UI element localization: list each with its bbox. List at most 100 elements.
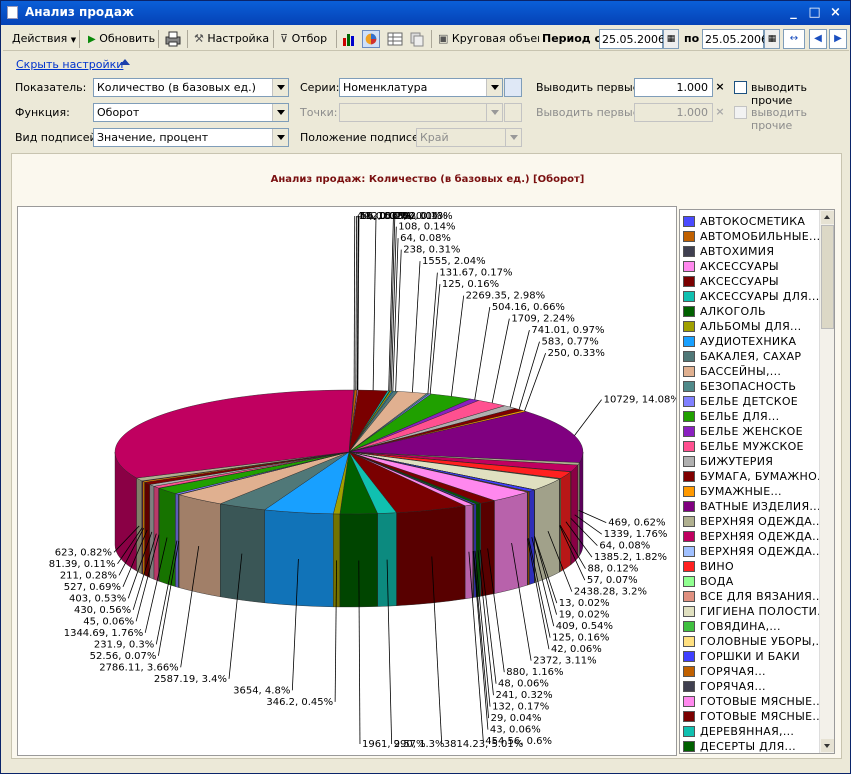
- points-select[interactable]: [339, 103, 503, 122]
- scroll-down-icon[interactable]: [821, 739, 834, 752]
- slice-value-label: 10729, 14.08%: [604, 395, 676, 406]
- legend-item: АВТОХИМИЯ: [683, 244, 819, 259]
- refresh-button[interactable]: ▶ Обновить: [85, 29, 158, 49]
- printer-icon[interactable]: [164, 30, 182, 48]
- slice-value-label: 45, 0.06%: [83, 616, 134, 627]
- legend-label: БЕЛЬЕ ДЕТСКОЕ: [700, 395, 799, 408]
- toolbar-separator: [336, 30, 337, 48]
- filter-button[interactable]: ⊽ Отбор: [277, 29, 330, 49]
- show-other-checkbox[interactable]: [734, 81, 747, 94]
- legend-item: ВЕРХНЯЯ ОДЕЖДА...: [683, 514, 822, 529]
- legend-swatch: [683, 321, 695, 332]
- calendar-icon[interactable]: ▦: [663, 29, 679, 49]
- legend-label: АКСЕССУАРЫ ДЛЯ...: [700, 290, 820, 303]
- settings-button[interactable]: ⚒ Настройка: [191, 29, 272, 49]
- legend-item: ГОЛОВНЫЕ УБОРЫ,...: [683, 634, 822, 649]
- copy-icon[interactable]: [408, 30, 426, 48]
- series-settings-button[interactable]: [504, 78, 522, 97]
- previous-period-button[interactable]: ◀: [809, 29, 827, 49]
- chevron-down-icon[interactable]: [272, 79, 288, 96]
- scroll-up-icon[interactable]: [821, 211, 834, 224]
- calendar-icon[interactable]: ▦: [764, 29, 780, 49]
- legend-label: ГОВЯДИНА,...: [700, 620, 781, 633]
- legend-item: БУМАЖНЫЕ...: [683, 484, 819, 499]
- show-first-label: Выводить первые: [536, 81, 640, 94]
- window-title: Анализ продаж: [25, 5, 134, 19]
- clear-icon[interactable]: ×: [713, 104, 727, 121]
- legend-swatch: [683, 246, 695, 257]
- legend-label: БУМАЖНЫЕ...: [700, 485, 782, 498]
- label-type-select[interactable]: Значение, процент: [93, 128, 289, 147]
- scroll-thumb[interactable]: [821, 225, 834, 329]
- legend-item: АКСЕССУАРЫ: [683, 259, 819, 274]
- legend-scrollbar[interactable]: [819, 210, 834, 753]
- legend-label: АКСЕССУАРЫ: [700, 275, 779, 288]
- legend-item: БЕЛЬЕ ДЛЯ...: [683, 409, 819, 424]
- chevron-down-icon[interactable]: [505, 129, 521, 146]
- legend-swatch: [683, 486, 695, 497]
- legend-swatch: [683, 336, 695, 347]
- date-to-input[interactable]: 25.05.2006: [702, 29, 768, 49]
- legend-label: ГОРШКИ И БАКИ: [700, 650, 801, 663]
- chevron-down-icon[interactable]: [272, 104, 288, 121]
- collapse-arrow-icon[interactable]: [120, 59, 130, 65]
- show-other-points-checkbox[interactable]: [734, 106, 747, 119]
- pie-slice-side: [136, 477, 143, 575]
- legend-label: АКСЕССУАРЫ: [700, 260, 779, 273]
- chevron-down-icon[interactable]: [272, 129, 288, 146]
- slice-value-label: 1709, 2.24%: [511, 314, 575, 325]
- legend-item: АЛЬБОМЫ ДЛЯ...: [683, 319, 819, 334]
- show-first-points-input[interactable]: 1.000: [634, 103, 713, 122]
- actions-menu-button[interactable]: Действия ▼: [9, 29, 79, 49]
- function-select[interactable]: Оборот: [93, 103, 289, 122]
- sales-analysis-window: Анализ продаж _ □ × Действия ▼ ▶ Обновит…: [0, 0, 851, 774]
- label-type-label: Вид подписей:: [15, 131, 101, 144]
- chevron-down-icon[interactable]: [486, 104, 502, 121]
- pie-chart-area[interactable]: 44, 0.06% 132, 0.17% 19, 0.02% 56, 0.07% 153…: [17, 206, 680, 756]
- legend-item: ГОТОВЫЕ МЯСНЫЕ...: [683, 709, 822, 724]
- legend-swatch: [683, 636, 695, 647]
- legend-label: ДЕСЕРТЫ ДЛЯ...: [700, 740, 796, 753]
- actions-label: Действия: [12, 32, 68, 45]
- chart-type-button[interactable]: ▣ Круговая объем: [435, 29, 539, 49]
- function-label: Функция:: [15, 106, 70, 119]
- table-icon[interactable]: [386, 30, 404, 48]
- next-period-button[interactable]: ▶: [829, 29, 847, 49]
- series-select[interactable]: Номенклатура: [339, 78, 503, 97]
- legend-swatch: [683, 561, 695, 572]
- points-settings-button[interactable]: [504, 103, 522, 122]
- legend-swatch: [683, 621, 695, 632]
- label-leader-line: [450, 295, 465, 397]
- slice-value-label: 88, 0.12%: [588, 564, 639, 575]
- minimize-button[interactable]: _: [785, 5, 802, 21]
- indicator-value: Количество (в базовых ед.): [97, 81, 256, 94]
- show-first-input[interactable]: 1.000: [634, 78, 713, 97]
- slice-value-label: 2372, 3.11%: [533, 656, 597, 667]
- clear-icon[interactable]: ×: [713, 79, 727, 96]
- hide-settings-link[interactable]: Скрыть настройки: [16, 58, 123, 71]
- slice-value-label: 1344.69, 1.76%: [64, 628, 143, 639]
- pie-chart-icon[interactable]: [362, 30, 380, 48]
- close-button[interactable]: ×: [827, 5, 844, 21]
- legend-item: ВАТНЫЕ ИЗДЕЛИЯ...: [683, 499, 820, 514]
- bar-chart-icon[interactable]: [340, 30, 358, 48]
- label-leader-line: [372, 215, 377, 391]
- show-other-points-label: выводить прочие: [751, 106, 808, 132]
- maximize-button[interactable]: □: [806, 5, 823, 21]
- indicator-select[interactable]: Количество (в базовых ед.): [93, 78, 289, 97]
- period-label: Период с: [542, 32, 599, 45]
- play-icon: ▶: [88, 34, 96, 45]
- slice-value-label: 623, 0.82%: [55, 547, 112, 558]
- label-position-select[interactable]: Край: [416, 128, 522, 147]
- date-from-input[interactable]: 25.05.2006: [599, 29, 665, 49]
- legend-swatch: [683, 261, 695, 272]
- legend-swatch: [683, 456, 695, 467]
- chevron-down-icon[interactable]: [486, 79, 502, 96]
- legend-item: БАКАЛЕЯ, САХАР: [683, 349, 819, 364]
- pie-slice-side: [527, 491, 530, 586]
- toolbar-separator: [273, 30, 274, 48]
- legend-label: ГОЛОВНЫЕ УБОРЫ,...: [700, 635, 822, 648]
- slice-value-label: 238, 0.31%: [403, 245, 460, 256]
- period-range-button[interactable]: ↔: [783, 29, 805, 49]
- series-value: Номенклатура: [343, 81, 428, 94]
